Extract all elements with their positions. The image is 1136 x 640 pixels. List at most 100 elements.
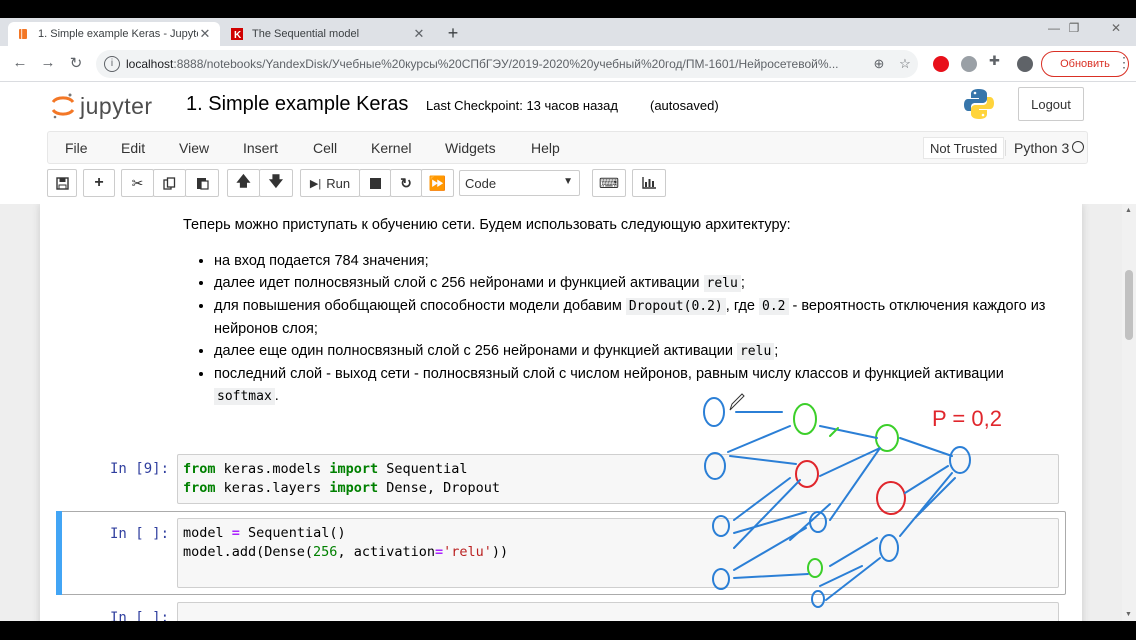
address-bar-row: ← → ↻ i localhost:8888/notebooks/YandexD… bbox=[0, 46, 1136, 82]
cell-type-select[interactable]: Code ▼ bbox=[459, 170, 580, 196]
extension-red-icon[interactable] bbox=[933, 56, 949, 72]
close-tab-icon[interactable]: ✕ bbox=[412, 26, 426, 42]
cell-type-value: Code bbox=[465, 175, 497, 191]
code-token: keras.layers bbox=[215, 479, 330, 496]
scrollbar-thumb[interactable] bbox=[1125, 270, 1133, 340]
close-window-icon[interactable]: ✕ bbox=[1096, 21, 1136, 35]
scroll-down-icon[interactable]: ▼ bbox=[1125, 611, 1132, 618]
menu-help[interactable]: Help bbox=[531, 140, 560, 156]
bookmark-star-icon[interactable]: ☆ bbox=[892, 56, 918, 72]
step-forward-icon: ▶| bbox=[309, 177, 322, 190]
restart-button[interactable]: ↻ bbox=[390, 169, 422, 197]
info-icon[interactable]: i bbox=[104, 56, 120, 72]
tab-keras[interactable]: K The Sequential model ✕ bbox=[222, 22, 434, 46]
sketch-neuron-dropped bbox=[807, 558, 823, 578]
extension-globe-icon[interactable] bbox=[961, 56, 977, 72]
python-logo-icon bbox=[964, 89, 994, 119]
sketch-neuron bbox=[704, 452, 726, 480]
jupyter-logo-icon bbox=[51, 93, 75, 119]
menu-kebab-icon[interactable]: ⋮ bbox=[1117, 54, 1131, 71]
code-token: keras.models bbox=[215, 461, 330, 477]
insert-cell-button[interactable]: + bbox=[83, 169, 115, 197]
browser-window: 1. Simple example Keras - Jupyte ✕ K The… bbox=[0, 18, 1136, 621]
sketch-neuron bbox=[811, 590, 825, 608]
sketch-neuron-dropped bbox=[875, 424, 899, 452]
code-token: import bbox=[329, 461, 379, 477]
cell-prompt: In [ ]: bbox=[110, 526, 170, 542]
code-token: = bbox=[231, 525, 240, 541]
tab-title: The Sequential model bbox=[252, 28, 360, 40]
arrow-down-icon: 🡇 bbox=[268, 173, 284, 189]
sketch-neuron bbox=[703, 397, 725, 427]
menu-edit[interactable]: Edit bbox=[121, 140, 145, 156]
sketch-neuron-dropped bbox=[795, 460, 819, 488]
new-tab-button[interactable]: + bbox=[442, 23, 464, 44]
code-token: Sequential() bbox=[239, 525, 346, 541]
jupyter-logo[interactable]: jupyter bbox=[50, 88, 153, 124]
scissors-icon: ✂ bbox=[131, 174, 144, 191]
jupyter-wordmark: jupyter bbox=[80, 92, 153, 119]
code-token: )) bbox=[491, 543, 509, 560]
close-tab-icon[interactable]: ✕ bbox=[198, 26, 212, 42]
menu-file[interactable]: File bbox=[65, 140, 88, 156]
menu-widgets[interactable]: Widgets bbox=[445, 140, 496, 156]
restore-icon[interactable]: ❐ bbox=[1054, 21, 1094, 35]
tab-strip: 1. Simple example Keras - Jupyte ✕ K The… bbox=[0, 18, 1136, 46]
sketch-neuron bbox=[879, 534, 899, 562]
chevron-down-icon: ▼ bbox=[563, 176, 573, 187]
code-token: , activation bbox=[337, 543, 435, 560]
paste-button[interactable] bbox=[185, 169, 219, 197]
run-button[interactable]: ▶| Run bbox=[300, 169, 360, 197]
reload-icon[interactable]: ↻ bbox=[66, 54, 86, 72]
neuron-sketch bbox=[703, 397, 971, 608]
logout-button[interactable]: Logout bbox=[1018, 87, 1084, 121]
notebook-title[interactable]: 1. Simple example Keras bbox=[186, 93, 408, 116]
autosave-status: (autosaved) bbox=[650, 98, 719, 113]
extensions-puzzle-icon[interactable]: ✚ bbox=[989, 53, 1005, 69]
arrow-up-icon: 🡅 bbox=[236, 173, 251, 189]
interrupt-button[interactable] bbox=[359, 169, 391, 197]
selected-cell-indicator bbox=[56, 511, 62, 595]
jupyter-book-icon bbox=[16, 27, 30, 41]
trust-status-button[interactable]: Not Trusted bbox=[923, 137, 1005, 159]
back-icon[interactable]: ← bbox=[10, 54, 30, 71]
command-palette-button[interactable]: ⌨ bbox=[592, 169, 626, 197]
code-token: 'relu' bbox=[443, 543, 492, 560]
hand-drawn-network-annotation: P = 0,2 bbox=[703, 397, 1002, 608]
fast-forward-icon: ⏩ bbox=[428, 174, 447, 191]
list-item: далее идет полносвязный слой с 256 нейро… bbox=[214, 272, 1063, 295]
menu-insert[interactable]: Insert bbox=[243, 140, 278, 156]
cut-button[interactable]: ✂ bbox=[121, 169, 154, 197]
zoom-icon[interactable]: ⊕ bbox=[866, 56, 892, 72]
save-button[interactable] bbox=[47, 169, 77, 197]
chart-button[interactable] bbox=[632, 169, 666, 197]
scroll-up-icon[interactable]: ▲ bbox=[1125, 207, 1132, 214]
list-item: далее еще один полносвязный слой с 256 н… bbox=[214, 340, 1063, 363]
restart-icon: ↻ bbox=[400, 174, 412, 191]
code-token: model bbox=[183, 525, 232, 541]
move-up-button[interactable]: 🡅 bbox=[227, 169, 260, 197]
markdown-cell[interactable]: Теперь можно приступать к обучению сети.… bbox=[183, 214, 1063, 408]
sketch-neuron bbox=[712, 568, 730, 590]
move-down-button[interactable]: 🡇 bbox=[259, 169, 293, 197]
svg-text:K: K bbox=[234, 30, 242, 40]
vertical-scrollbar[interactable]: ▲ ▼ bbox=[1122, 204, 1136, 621]
copy-button[interactable] bbox=[153, 169, 186, 197]
sketch-neuron bbox=[949, 446, 971, 474]
code-token: Dense, Dropout bbox=[378, 479, 501, 496]
markdown-intro: Теперь можно приступать к обучению сети.… bbox=[183, 217, 791, 233]
code-token: Sequential bbox=[378, 461, 468, 477]
forward-icon[interactable]: → bbox=[38, 54, 58, 71]
url-bar[interactable]: i localhost:8888/notebooks/YandexDisk/Уч… bbox=[96, 50, 918, 78]
menu-view[interactable]: View bbox=[179, 140, 209, 156]
architecture-list: на вход подается 784 значения; далее иде… bbox=[183, 250, 1063, 408]
tab-jupyter[interactable]: 1. Simple example Keras - Jupyte ✕ bbox=[8, 22, 220, 46]
clipboard-icon bbox=[196, 178, 209, 190]
update-button[interactable]: Обновить bbox=[1041, 51, 1129, 77]
restart-run-all-button[interactable]: ⏩ bbox=[421, 169, 454, 197]
menu-cell[interactable]: Cell bbox=[313, 140, 337, 156]
menu-kernel[interactable]: Kernel bbox=[371, 140, 411, 156]
notebook-toolbar: + ✂ 🡅 🡇 ▶| Run ↻ ⏩ Code ▼ ⌨ bbox=[47, 169, 1088, 199]
tab-title: 1. Simple example Keras - Jupyte bbox=[38, 28, 198, 40]
profile-avatar[interactable] bbox=[1017, 56, 1033, 72]
